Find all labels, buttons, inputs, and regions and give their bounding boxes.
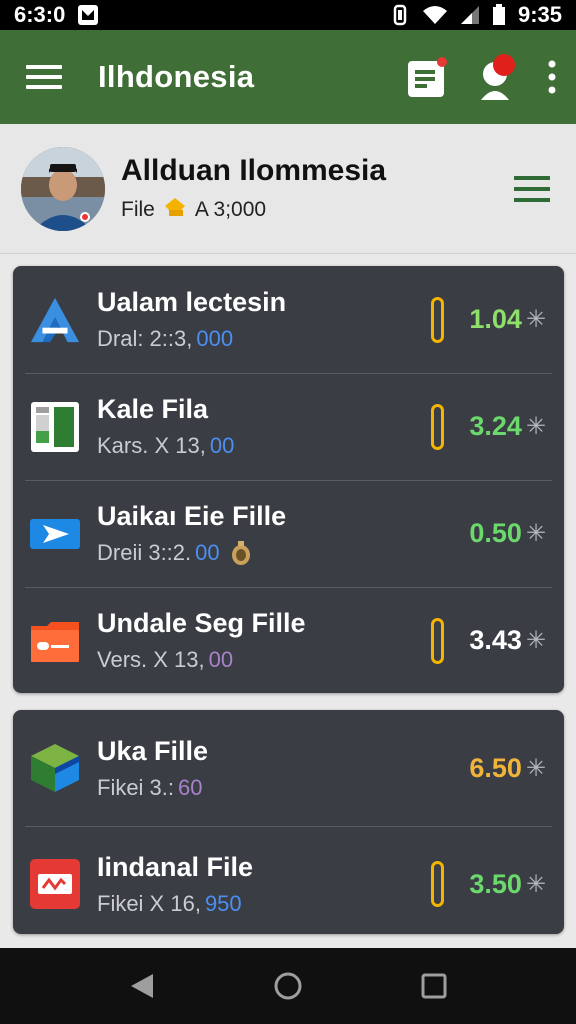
file-subtitle-highlight: 60	[178, 774, 203, 800]
status-pill-icon	[430, 861, 444, 907]
profile-sub-value: A 3;000	[194, 197, 267, 221]
file-subtitle: Fikei 3.:	[97, 774, 175, 800]
badge-icon	[230, 540, 252, 566]
hamburger-menu-icon[interactable]	[26, 63, 62, 91]
battery-icon	[492, 4, 506, 26]
file-title: Uka Fille	[97, 735, 209, 766]
document-notification-icon[interactable]	[406, 55, 448, 99]
list-item[interactable]: Iindanal File Fikei X 16, 950 3.50 ✳	[13, 826, 564, 934]
file-subtitle: Fikei X 16,	[97, 890, 201, 916]
file-value: 3.43	[469, 625, 522, 655]
file-subtitle: Dral: 2::3,	[97, 326, 193, 351]
file-title: Undale Seg Fille	[97, 608, 306, 638]
file-value: 1.04	[469, 304, 522, 334]
list-item[interactable]: Ualam lectesin Dral: 2::3, 000 1.04 ✳	[13, 266, 564, 373]
profile-name: Allduan Ilommesia	[121, 153, 387, 187]
tag-icon	[163, 196, 187, 224]
profile-alert-icon[interactable]	[478, 52, 518, 102]
send-arrow-icon	[29, 508, 81, 560]
status-pill-icon	[430, 296, 444, 343]
star-icon[interactable]: ✳	[526, 305, 546, 334]
star-icon[interactable]: ✳	[526, 754, 546, 783]
file-title: Ualam lectesin	[97, 287, 287, 317]
triangle-logo-icon	[29, 294, 81, 346]
file-list-card: Ualam lectesin Dral: 2::3, 000 1.04 ✳ Kal…	[13, 266, 564, 693]
recents-icon[interactable]	[421, 973, 447, 999]
file-subtitle: Kars. X 13,	[97, 433, 206, 458]
file-value: 6.50	[469, 752, 522, 783]
status-pill-icon	[430, 617, 444, 664]
profile-header: Allduan Ilommesia File A 3;000	[0, 124, 576, 254]
file-subtitle-highlight: 00	[195, 540, 220, 565]
green-cube-icon	[29, 742, 81, 794]
file-value: 0.50	[469, 518, 522, 548]
avatar[interactable]	[21, 146, 105, 231]
star-icon[interactable]: ✳	[526, 870, 546, 899]
star-icon[interactable]: ✳	[526, 412, 546, 441]
back-icon[interactable]	[129, 972, 155, 1000]
file-subtitle: Vers. X 13,	[97, 647, 205, 672]
file-title: Iindanal File	[97, 851, 254, 882]
file-subtitle-highlight: 000	[196, 326, 234, 351]
star-icon[interactable]: ✳	[526, 519, 546, 548]
list-item[interactable]: Uka Fille Fikei 3.: 60 6.50 ✳	[13, 710, 564, 826]
status-pill-icon	[430, 403, 444, 450]
vibrate-icon	[390, 4, 410, 26]
status-bar: 6:3:0 9:35	[0, 0, 576, 30]
file-value: 3.24	[469, 411, 522, 441]
profile-sub-label: File	[121, 197, 155, 221]
file-subtitle-highlight: 00	[208, 647, 234, 672]
status-time-left: 6:3:0	[14, 2, 66, 27]
file-value: 3.50	[469, 868, 522, 899]
red-media-icon	[29, 858, 81, 910]
file-subtitle-highlight: 950	[204, 890, 242, 916]
orange-folder-icon	[29, 615, 81, 667]
file-subtitle: Dreii 3::2.	[97, 540, 192, 565]
file-subtitle-highlight: 00	[209, 433, 235, 458]
list-item[interactable]: Kale Fila Kars. X 13, 00 3.24 ✳	[13, 373, 564, 480]
wifi-icon	[422, 5, 448, 25]
home-icon[interactable]	[273, 971, 303, 1001]
status-time-right: 9:35	[517, 2, 562, 27]
notification-app-icon	[77, 4, 99, 26]
file-list-card-secondary: Uka Fille Fikei 3.: 60 6.50 ✳ Iindanal Fi…	[13, 710, 564, 934]
list-item[interactable]: Undale Seg Fille Vers. X 13, 00 3.43 ✳	[13, 587, 564, 693]
signal-icon	[460, 5, 480, 25]
system-nav-bar	[0, 948, 576, 1024]
profile-menu-icon[interactable]	[514, 174, 550, 204]
overflow-menu-icon[interactable]	[548, 60, 556, 94]
star-icon[interactable]: ✳	[526, 626, 546, 655]
file-title: Uaikaı Eie Fille	[97, 501, 287, 531]
list-item[interactable]: Uaikaı Eie Fille Dreii 3::2. 00 0.50 ✳	[13, 480, 564, 587]
app-bar: Ilhdonesia	[0, 30, 576, 124]
app-title: Ilhdonesia	[98, 59, 255, 94]
file-title: Kale Fila	[97, 394, 209, 424]
spreadsheet-icon	[29, 401, 81, 453]
